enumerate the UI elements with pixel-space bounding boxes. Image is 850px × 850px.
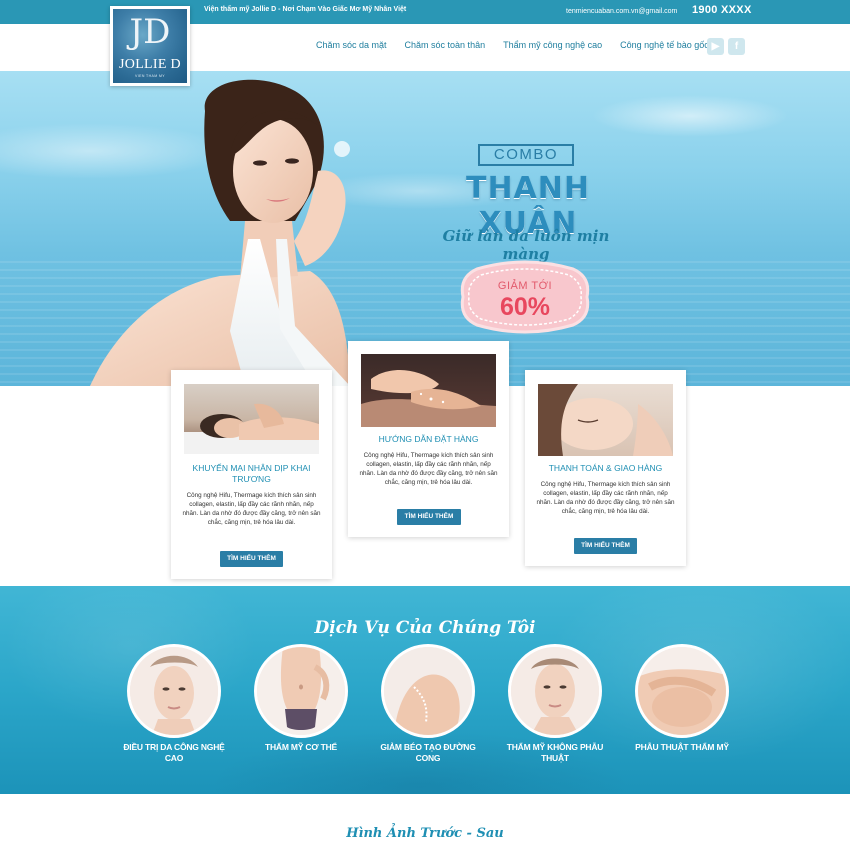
card-image-hand-massage — [361, 354, 496, 427]
card-image-massage — [184, 384, 319, 454]
service-label: ĐIỀU TRỊ DA CÔNG NGHỆ CAO — [123, 742, 225, 763]
card-description: Công nghệ Hifu, Thermage kích thích sản … — [536, 481, 675, 515]
site-logo[interactable]: JD JOLLIE D VIEN THAM MY — [110, 6, 190, 86]
service-image-nonsurgical — [508, 644, 602, 738]
social-links: ▶ f — [707, 38, 745, 55]
service-image-body — [254, 644, 348, 738]
card-title[interactable]: THANH TOÁN & GIAO HÀNG — [533, 463, 678, 474]
payment-delivery-card: THANH TOÁN & GIAO HÀNG Công nghệ Hifu, T… — [525, 370, 686, 566]
site-slogan: Viện thẩm mỹ Jollie D - Nơi Chạm Vào Giấ… — [204, 6, 407, 13]
service-label: THẨM MỸ KHÔNG PHẪU THUẬT — [506, 742, 604, 763]
card-description: Công nghệ Hifu, Thermage kích thích sản … — [359, 452, 498, 486]
hero-model-image — [90, 79, 350, 386]
combo-label: COMBO — [478, 144, 574, 166]
contact-email[interactable]: tenmiencuaban.com.vn@gmail.com — [566, 8, 677, 15]
hero-banner[interactable]: COMBO THANH XUÂN Giữ làn da luôn mịn màn… — [0, 71, 850, 386]
service-item[interactable]: THẨM MỸ CƠ THỂ — [246, 644, 356, 753]
logo-emblem: JD JOLLIE D VIEN THAM MY — [113, 9, 187, 83]
logo-monogram: JD — [129, 12, 171, 52]
service-item[interactable]: GIẢM BÉO TẠO ĐƯỜNG CONG — [373, 644, 483, 764]
nav-item-facial-care[interactable]: Chăm sóc da mặt — [316, 40, 387, 50]
hotline-phone[interactable]: 1900 XXXX — [692, 4, 752, 16]
nav-item-body-care[interactable]: Chăm sóc toàn thân — [405, 40, 486, 50]
services-section: Dịch Vụ Của Chúng Tôi ĐIỀU TRỊ DA CÔNG N… — [0, 586, 850, 794]
hero-tagline: Giữ làn da luôn mịn màng — [442, 227, 610, 263]
badge-label: GIẢM TỚI — [497, 280, 553, 292]
service-label: GIẢM BÉO TẠO ĐƯỜNG CONG — [380, 742, 476, 763]
badge-percent: 60% — [499, 293, 551, 321]
service-image-plastic-surgery — [635, 644, 729, 738]
before-after-title: Hình Ảnh Trước - Sau — [346, 826, 504, 841]
facebook-icon[interactable]: f — [728, 38, 745, 55]
logo-name: JOLLIE D — [119, 57, 181, 72]
service-item[interactable]: PHẪU THUẬT THẨM MỸ — [627, 644, 737, 753]
promo-card: KHUYẾN MẠI NHÂN DỊP KHAI TRƯƠNG Công ngh… — [171, 370, 332, 579]
service-label: THẨM MỸ CƠ THỂ — [265, 742, 337, 752]
card-image-facial — [538, 384, 673, 456]
learn-more-button[interactable]: TÌM HIỂU THÊM — [397, 509, 461, 525]
learn-more-button[interactable]: TÌM HIỂU THÊM — [574, 538, 637, 554]
services-title: Dịch Vụ Của Chúng Tôi — [314, 618, 536, 638]
card-description: Công nghệ Hifu, Thermage kích thích sản … — [182, 492, 321, 526]
discount-badge: GIẢM TỚI 60% — [457, 259, 593, 335]
service-label: PHẪU THUẬT THẨM MỸ — [635, 742, 729, 752]
card-title[interactable]: HƯỚNG DẪN ĐẶT HÀNG — [356, 434, 501, 445]
order-guide-card: HƯỚNG DẪN ĐẶT HÀNG Công nghệ Hifu, Therm… — [348, 341, 509, 537]
logo-subtitle: VIEN THAM MY — [134, 74, 166, 78]
card-title[interactable]: KHUYẾN MẠI NHÂN DỊP KHAI TRƯƠNG — [179, 463, 324, 485]
service-image-curves — [381, 644, 475, 738]
nav-item-stem-cell[interactable]: Công nghệ tế bào gốc — [620, 40, 709, 50]
main-nav: Chăm sóc da mặt Chăm sóc toàn thân Thẩm … — [316, 40, 709, 50]
service-image-face — [127, 644, 221, 738]
service-item[interactable]: THẨM MỸ KHÔNG PHẪU THUẬT — [500, 644, 610, 764]
learn-more-button[interactable]: TÌM HIỂU THÊM — [220, 551, 283, 567]
nav-item-hi-tech-cosmetic[interactable]: Thẩm mỹ công nghệ cao — [503, 40, 602, 50]
service-item[interactable]: ĐIỀU TRỊ DA CÔNG NGHỆ CAO — [119, 644, 229, 764]
youtube-icon[interactable]: ▶ — [707, 38, 724, 55]
